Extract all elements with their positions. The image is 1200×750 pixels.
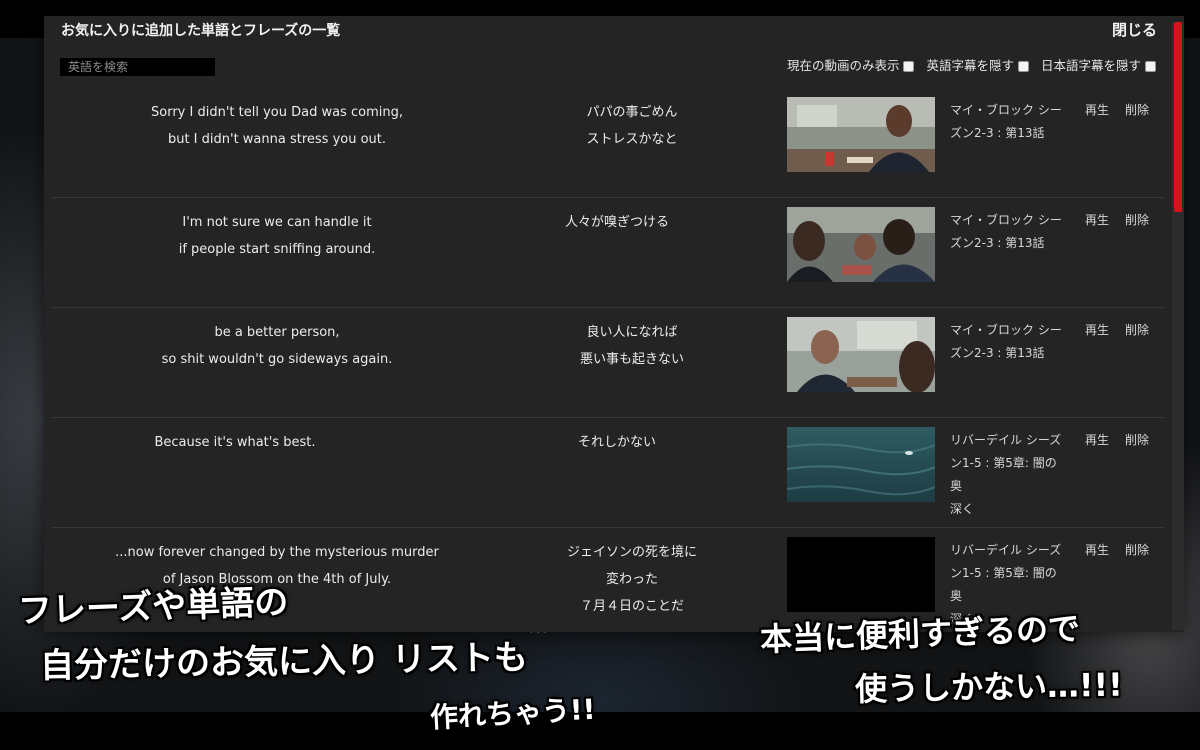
english-line: Because it's what's best. [154,435,316,450]
japanese-line: 変わった [605,572,658,587]
delete-button[interactable]: 削除 [1125,539,1149,562]
english-line: so shit wouldn't go sideways again. [161,352,393,367]
show-line: ズン2-3 : 第13話 [950,236,1045,250]
japanese-line: パパの事ごめん [586,105,678,120]
play-button[interactable]: 再生 [1085,429,1109,452]
overlay-caption: フレーズや単語の [17,582,289,632]
show-line: リバーデイル シーズ [950,543,1062,557]
japanese-line: それしかない [577,435,656,450]
panel-title: お気に入りに追加した単語とフレーズの一覧 [61,23,341,39]
show-title: マイ・ブロック シー ズン2-3 : 第13話 [950,319,1068,365]
show-line: ン1-5 : 第5章: 闇の奥 [950,566,1057,603]
show-title: リバーデイル シーズ ン1-5 : 第5章: 闇の奥 深く [950,429,1068,521]
japanese-phrase: それしかない [507,429,727,456]
english-phrase: I'm not sure we can handle it if people … [92,209,462,263]
play-button[interactable]: 再生 [1085,319,1109,342]
list-item: I'm not sure we can handle it if people … [52,198,1164,308]
filter-label: 日本語字幕を隠す [1040,58,1141,73]
show-line: マイ・ブロック シー [950,103,1062,117]
favorites-list: Sorry I didn't tell you Dad was coming, … [52,88,1164,632]
checkbox[interactable] [1017,60,1029,72]
show-line: ン1-5 : 第5章: 闇の奥 [950,456,1057,493]
list-item: Because it's what's best. それしかない リバーデイル … [52,418,1164,528]
letterbox-bottom [0,712,1200,750]
list-item: be a better person, so shit wouldn't go … [52,308,1164,418]
show-line: リバーデイル シーズ [950,433,1062,447]
scene-thumbnail[interactable] [787,317,935,392]
english-line: ...now forever changed by the mysterious… [115,545,439,560]
english-line: if people start sniffing around. [178,242,376,257]
scene-thumbnail[interactable] [787,207,935,282]
japanese-line: ストレスかなと [586,132,678,147]
english-phrase: be a better person, so shit wouldn't go … [92,319,462,373]
japanese-line: 人々が嗅ぎつける [564,215,669,230]
filter-bar: 現在の動画のみ表示 英語字幕を隠す 日本語字幕を隠す [787,56,1156,76]
japanese-line: 悪い事も起きない [579,352,684,367]
overlay-caption: 使うしかない…!!! [854,665,1124,709]
play-button[interactable]: 再生 [1085,99,1109,122]
delete-button[interactable]: 削除 [1125,319,1149,342]
filter-label: 現在の動画のみ表示 [786,58,900,73]
filter-hide-japanese[interactable]: 日本語字幕を隠す [1041,56,1156,76]
scene-thumbnail[interactable] [787,97,935,172]
show-line: ズン2-3 : 第13話 [950,346,1045,360]
scene-thumbnail[interactable] [787,537,935,612]
english-phrase: Sorry I didn't tell you Dad was coming, … [92,99,462,153]
japanese-phrase: パパの事ごめん ストレスかなと [522,99,742,153]
search-input[interactable] [60,58,215,76]
english-line: Sorry I didn't tell you Dad was coming, [151,105,403,120]
play-button[interactable]: 再生 [1085,539,1109,562]
english-line: be a better person, [214,325,340,340]
filter-hide-english[interactable]: 英語字幕を隠す [926,56,1029,76]
filter-current-video[interactable]: 現在の動画のみ表示 [787,56,915,76]
scene-thumbnail[interactable] [787,427,935,502]
filter-label: 英語字幕を隠す [926,58,1014,73]
show-line: 深く [950,502,975,516]
list-item: Sorry I didn't tell you Dad was coming, … [52,88,1164,198]
japanese-line: ７月４日のことだ [579,599,684,614]
english-line: but I didn't wanna stress you out. [167,132,387,147]
overlay-caption: 作れちゃう!! [429,692,597,735]
english-line: I'm not sure we can handle it [182,215,372,230]
show-line: マイ・ブロック シー [950,213,1062,227]
japanese-line: ジェイソンの死を境に [566,545,697,560]
overlay-caption: 自分だけのお気に入り リストも [39,637,529,687]
checkbox[interactable] [1145,60,1156,72]
japanese-line: 良い人になれば [586,325,678,340]
show-line: ズン2-3 : 第13話 [950,126,1045,140]
japanese-phrase: ジェイソンの死を境に 変わった ７月４日のことだ [522,539,742,620]
favorites-panel: お気に入りに追加した単語とフレーズの一覧 閉じる 現在の動画のみ表示 英語字幕を… [44,16,1184,632]
delete-button[interactable]: 削除 [1125,99,1149,122]
play-button[interactable]: 再生 [1085,209,1109,232]
show-title: マイ・ブロック シー ズン2-3 : 第13話 [950,99,1068,145]
scrollbar-thumb[interactable] [1174,22,1182,212]
scrollbar[interactable] [1172,22,1184,630]
english-phrase: Because it's what's best. [50,429,420,456]
checkbox[interactable] [903,60,915,72]
show-line: マイ・ブロック シー [950,323,1062,337]
close-button[interactable]: 閉じる [1112,19,1157,41]
delete-button[interactable]: 削除 [1125,429,1149,452]
delete-button[interactable]: 削除 [1125,209,1149,232]
show-title: マイ・ブロック シー ズン2-3 : 第13話 [950,209,1068,255]
japanese-phrase: 良い人になれば 悪い事も起きない [522,319,742,373]
japanese-phrase: 人々が嗅ぎつける [507,209,727,236]
